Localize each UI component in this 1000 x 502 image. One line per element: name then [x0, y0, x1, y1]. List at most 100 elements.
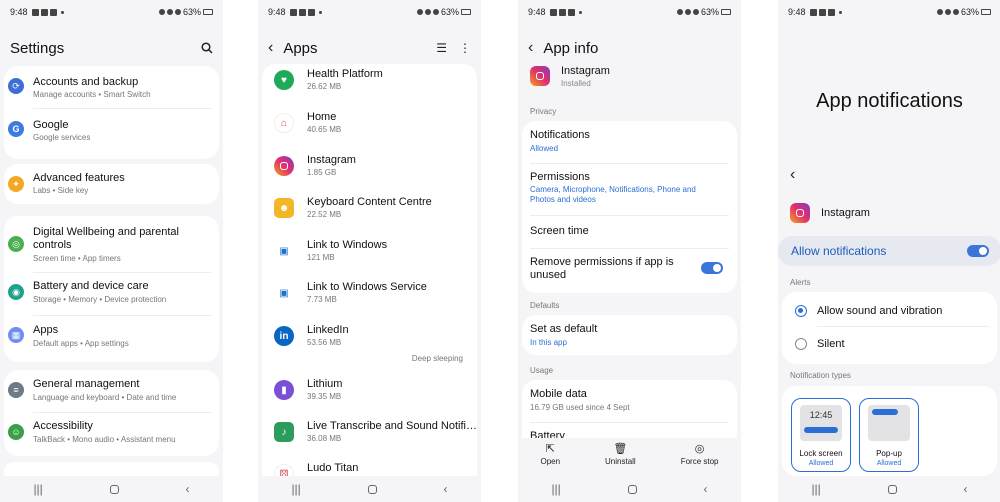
settings-item-sub: TalkBack • Mono audio • Assistant menu [33, 435, 176, 444]
remove-permissions-row[interactable]: Remove permissions if app is unused [530, 254, 729, 288]
home-button[interactable] [367, 484, 377, 494]
settings-item-sub: Language and keyboard • Date and time [33, 393, 177, 402]
filter-sort-icon[interactable]: ☰ [436, 41, 447, 55]
more-options-icon[interactable]: ⋮ [459, 41, 471, 55]
whatsapp-icon [307, 8, 315, 16]
uninstall-button[interactable]: 🗑 Uninstall [605, 438, 636, 474]
list-item[interactable]: Instagram 1.85 GB [274, 154, 465, 190]
permissions-row[interactable]: Permissions Camera, Microphone, Notifica… [530, 169, 729, 209]
settings-item-digital-wellbeing[interactable]: ◎ Digital Wellbeing and parental control… [4, 224, 219, 274]
list-item[interactable]: ☻ Keyboard Content Centre 22.52 MB [274, 196, 465, 232]
settings-item-google[interactable]: G Google Google services [4, 115, 219, 153]
list-item[interactable]: ♪ Live Transcribe and Sound Notification… [274, 420, 477, 456]
back-arrow-icon[interactable]: ‹ [790, 166, 795, 184]
list-item[interactable]: ▣ Link to Windows Service 7.73 MB [274, 281, 465, 317]
home-button[interactable] [109, 484, 119, 494]
app-name: Link to Windows [307, 239, 388, 251]
settings-item-accounts-backup[interactable]: ⟳ Accounts and backup Manage accounts • … [4, 72, 219, 110]
home-button[interactable] [627, 484, 637, 494]
app-name: Instagram [307, 154, 356, 166]
settings-item-apps[interactable]: ▦ Apps Default apps • App settings [4, 321, 219, 359]
settings-item-sub: Labs • Side key [33, 186, 89, 195]
preview-notification-bar [804, 427, 838, 433]
allow-notifications-label: Allow notifications [791, 244, 887, 258]
sound-vibration-radio[interactable] [795, 305, 807, 317]
open-label: Open [540, 457, 561, 466]
app-size: 22.52 MB [307, 210, 342, 219]
popup-preview [868, 405, 910, 441]
remove-permissions-toggle[interactable] [701, 262, 723, 274]
section-label-defaults: Defaults [530, 301, 560, 310]
navigation-bar: ||| ‹ [778, 476, 1000, 502]
notifications-row[interactable]: Notifications Allowed [530, 127, 729, 157]
back-arrow-icon[interactable]: ‹ [268, 39, 273, 57]
app-size: 121 MB [307, 253, 335, 262]
status-time: 9:48 [268, 7, 286, 17]
app-notifications-screen: 9:48 63% App notifications ‹ Instagram A… [778, 0, 1000, 502]
list-item[interactable]: ▮ Lithium 39.35 MB [274, 378, 465, 414]
back-button[interactable]: ‹ [186, 482, 190, 496]
lock-screen-type[interactable]: 12:45 Lock screen Allowed [791, 398, 851, 472]
mobile-data-label: Mobile data [530, 388, 587, 400]
section-label-privacy: Privacy [530, 107, 557, 116]
settings-item-accessibility[interactable]: ☺ Accessibility TalkBack • Mono audio • … [4, 418, 219, 454]
settings-item-advanced-features[interactable]: ✦ Advanced features Labs • Side key [4, 168, 219, 202]
settings-item-battery-care[interactable]: ◉ Battery and device care Storage • Memo… [4, 278, 219, 316]
google-home-icon: ⌂ [274, 113, 294, 133]
mute-icon [158, 9, 165, 15]
more-notifications-icon [578, 10, 582, 14]
silent-option[interactable]: Silent [782, 330, 997, 360]
open-button[interactable]: ⇱ Open [540, 438, 560, 474]
mobile-data-usage: 16.79 GB used since 4 Sept [530, 403, 630, 412]
screen-time-row[interactable]: Screen time [530, 221, 729, 243]
search-icon[interactable] [201, 42, 213, 54]
settings-item-sub: Manage accounts • Smart Switch [33, 90, 151, 99]
list-item[interactable]: ♥ Health Platform 26.62 MB [274, 68, 465, 104]
home-button[interactable] [887, 484, 897, 494]
sync-icon: ⟳ [8, 78, 24, 94]
settings-item-sub: Default apps • App settings [33, 339, 129, 348]
mute-icon [676, 9, 683, 15]
settings-item-general-management[interactable]: ≡ General management Language and keyboa… [4, 376, 219, 412]
popup-type[interactable]: Pop-up Allowed [859, 398, 919, 472]
force-stop-label: Force stop [680, 457, 719, 466]
sound-vibration-option[interactable]: Allow sound and vibration [782, 296, 997, 326]
force-stop-button[interactable]: ◎ Force stop [681, 438, 719, 474]
app-size: 39.35 MB [307, 392, 342, 401]
recents-button[interactable]: ||| [811, 482, 820, 496]
back-button[interactable]: ‹ [964, 482, 968, 496]
app-size: 53.56 MB [307, 338, 342, 347]
mobile-data-row[interactable]: Mobile data 16.79 GB used since 4 Sept [530, 386, 729, 416]
signal-icon [952, 9, 959, 15]
apps-grid-icon: ▦ [8, 327, 24, 343]
battery-icon [981, 9, 991, 15]
linkedin-icon: in [274, 326, 294, 346]
settings-group-device: ◎ Digital Wellbeing and parental control… [4, 216, 219, 362]
list-item[interactable]: ⌂ Home 40.65 MB [274, 111, 465, 147]
list-item[interactable]: ⚄ Ludo Titan [274, 462, 465, 484]
page-title: App notifications [816, 90, 963, 112]
recents-button[interactable]: ||| [551, 482, 560, 496]
silent-radio[interactable] [795, 338, 807, 350]
list-item[interactable]: ▣ Link to Windows 121 MB [274, 239, 465, 275]
list-item[interactable]: in LinkedIn 53.56 MB Deep sleeping [274, 324, 465, 368]
recents-button[interactable]: ||| [33, 482, 42, 496]
app-info-screen: 9:48 63% ‹ App info Instagram Installed … [518, 0, 741, 502]
app-name: Health Platform [307, 68, 383, 80]
battery-percent: 63% [182, 7, 201, 17]
allow-notifications-row[interactable]: Allow notifications [778, 236, 1000, 266]
star-gear-icon: ✦ [8, 176, 24, 192]
app-action-bar: ⇱ Open 🗑 Uninstall ◎ Force stop [518, 438, 741, 474]
page-title: App info [543, 39, 599, 57]
allow-notifications-toggle[interactable] [967, 245, 989, 257]
back-button[interactable]: ‹ [444, 482, 448, 496]
back-arrow-icon[interactable]: ‹ [528, 39, 533, 57]
set-as-default-row[interactable]: Set as default In this app [530, 321, 729, 351]
status-bar: 9:48 63% [518, 0, 741, 24]
notifications-label: Notifications [530, 129, 590, 141]
recents-button[interactable]: ||| [291, 482, 300, 496]
app-size: 1.85 GB [307, 168, 337, 177]
notification-icon [298, 8, 306, 16]
apps-screen: 9:48 63% ‹ Apps ☰ ⋮ ♥ Health Platform 26… [258, 0, 481, 502]
back-button[interactable]: ‹ [704, 482, 708, 496]
